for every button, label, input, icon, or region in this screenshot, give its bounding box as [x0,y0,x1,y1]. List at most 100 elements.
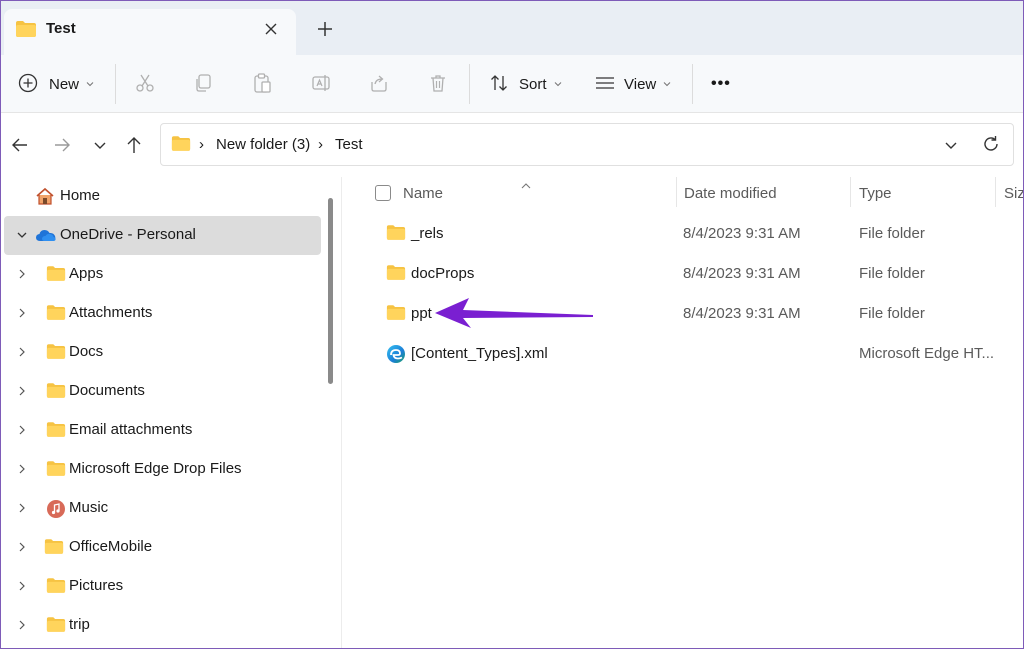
chevron-right-icon[interactable] [15,267,29,281]
up-arrow-icon[interactable] [122,133,146,157]
breadcrumb-item-new-folder[interactable]: New folder (3) [216,136,310,153]
sidebar-item-trip[interactable]: trip [4,606,321,645]
breadcrumb-item-test[interactable]: Test [335,136,363,153]
sidebar-item-label: OfficeMobile [69,538,153,555]
paste-button[interactable] [251,68,273,100]
folder-icon [386,304,406,324]
sidebar-item-onedrive[interactable]: OneDrive - Personal [4,216,321,255]
recent-locations-chevron-icon[interactable] [88,133,112,157]
address-dropdown-chevron-icon[interactable] [940,134,962,159]
sidebar-item-microsoft-edge-drop-files[interactable]: Microsoft Edge Drop Files [4,450,321,489]
sidebar-item-label: Music [69,499,109,516]
folder-icon [386,264,406,284]
sidebar-item-documents[interactable]: Documents [4,372,321,411]
chevron-right-icon[interactable] [15,462,29,476]
folder-icon [46,343,66,363]
share-button[interactable] [368,68,390,100]
folder-icon [46,382,66,402]
rename-icon [310,72,332,97]
column-header-name[interactable]: Name [403,185,443,202]
chevron-right-icon[interactable] [15,618,29,632]
close-icon[interactable] [260,18,282,40]
sort-label: Sort [519,75,547,93]
sidebar-item-officemobile[interactable]: OfficeMobile [4,528,321,567]
column-separator[interactable] [850,177,851,207]
view-button[interactable]: View [594,68,672,100]
table-row[interactable]: _rels 8/4/2023 9:31 AM File folder [342,214,1023,254]
more-icon: ••• [711,75,731,92]
folder-icon [46,616,66,636]
toolbar-separator [115,64,116,104]
chevron-down-icon [85,76,95,92]
sidebar-scrollbar[interactable] [328,198,333,384]
sidebar-item-attachments[interactable]: Attachments [4,294,321,333]
file-name: _rels [411,225,444,242]
sidebar-item-email-attachments[interactable]: Email attachments [4,411,321,450]
chevron-down-icon [662,76,672,92]
copy-icon [192,72,214,97]
plus-circle-icon [17,72,39,97]
address-bar[interactable]: › New folder (3) › Test [160,123,1014,166]
tab-test[interactable]: Test [4,9,296,55]
table-row[interactable]: [Content_Types].xml Microsoft Edge HT... [342,334,1023,374]
back-arrow-icon[interactable] [8,133,32,157]
chevron-right-icon[interactable] [15,579,29,593]
new-label: New [49,75,80,93]
folder-icon [46,460,66,480]
file-list: Name Date modified Type Siz _rels 8/4/20… [342,177,1023,648]
sidebar-item-label: Documents [69,382,145,399]
forward-arrow-icon[interactable] [50,133,74,157]
breadcrumb-separator: › [199,136,204,153]
sidebar-item-label: Docs [69,343,104,360]
column-header-date[interactable]: Date modified [684,185,777,202]
chevron-right-icon[interactable] [15,501,29,515]
file-date: 8/4/2023 9:31 AM [683,225,801,242]
sidebar-item-docs[interactable]: Docs [4,333,321,372]
view-label: View [624,75,657,93]
rename-button[interactable] [310,68,332,100]
column-header-type[interactable]: Type [859,185,892,202]
file-date: 8/4/2023 9:31 AM [683,265,801,282]
table-row[interactable]: docProps 8/4/2023 9:31 AM File folder [342,254,1023,294]
folder-icon [386,224,406,244]
sidebar-item-pictures[interactable]: Pictures [4,567,321,606]
share-icon [368,72,390,97]
chevron-right-icon[interactable] [15,345,29,359]
sidebar-item-label: Attachments [69,304,153,321]
column-separator[interactable] [995,177,996,207]
sidebar-item-home[interactable]: Home [4,177,321,216]
chevron-right-icon[interactable] [15,423,29,437]
chevron-right-icon[interactable] [15,384,29,398]
sort-icon [488,72,510,97]
cut-button[interactable] [134,68,156,100]
file-type: File folder [859,225,925,242]
sidebar-item-label: Email attachments [69,421,193,438]
navigation-pane: Home OneDrive - Personal Apps Attachment… [1,177,341,648]
select-all-checkbox[interactable] [375,185,391,201]
new-button[interactable]: New [17,68,95,100]
sidebar-item-apps[interactable]: Apps [4,255,321,294]
music-icon [46,499,66,522]
tab-title: Test [46,20,76,37]
folder-icon [46,304,66,324]
clipboard-icon [251,72,273,97]
sidebar-item-label: Microsoft Edge Drop Files [69,460,242,477]
chevron-right-icon[interactable] [15,306,29,320]
file-explorer-window: Test New Sort View ••• › New folder (3) … [0,0,1024,649]
refresh-icon[interactable] [980,133,1002,158]
sort-button[interactable]: Sort [488,68,563,100]
sidebar-item-music[interactable]: Music [4,489,321,528]
column-separator[interactable] [676,177,677,207]
file-name: docProps [411,265,475,282]
annotation-arrow-icon [429,295,599,334]
copy-button[interactable] [192,68,214,100]
sidebar-item-label: Home [60,187,101,204]
file-name: [Content_Types].xml [411,345,548,362]
delete-button[interactable] [427,68,449,100]
chevron-right-icon[interactable] [15,540,29,554]
more-options-button[interactable]: ••• [711,68,731,100]
folder-icon [46,265,66,285]
chevron-down-icon[interactable] [15,228,29,242]
new-tab-icon[interactable] [314,18,336,40]
column-header-size[interactable]: Siz [1004,185,1023,202]
